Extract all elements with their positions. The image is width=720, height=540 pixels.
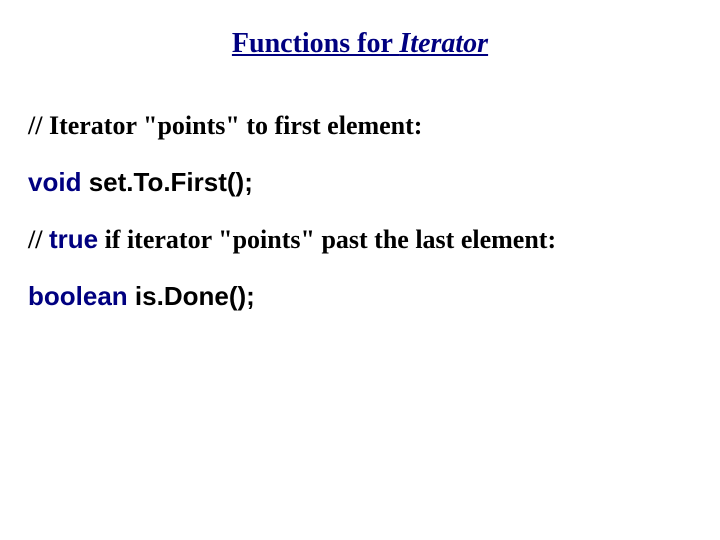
comment-2-rest: if iterator "points" past the last eleme…	[98, 225, 556, 254]
comment-1-text: Iterator "points" to first element:	[49, 111, 423, 140]
signature-line-1: void set.To.First();	[28, 165, 692, 200]
title-prefix: Functions for	[232, 28, 400, 59]
comment-line-1: // Iterator "points" to first element:	[28, 108, 692, 143]
method-is-done: is.Done();	[135, 281, 255, 311]
signature-line-2: boolean is.Done();	[28, 279, 692, 314]
comment-line-2: // true if iterator "points" past the la…	[28, 222, 692, 257]
keyword-void: void	[28, 167, 81, 197]
slide-body: Functions for Iterator // Iterator "poin…	[0, 0, 720, 540]
slide-title: Functions for Iterator	[28, 28, 692, 60]
keyword-boolean: boolean	[28, 281, 128, 311]
keyword-true: true	[49, 224, 98, 254]
comment-2-prefix: //	[28, 225, 49, 254]
comment-1-prefix: //	[28, 111, 49, 140]
title-iterator-word: Iterator	[399, 28, 488, 59]
method-set-to-first: set.To.First();	[89, 167, 253, 197]
space-1	[81, 167, 88, 197]
space-2	[128, 281, 135, 311]
